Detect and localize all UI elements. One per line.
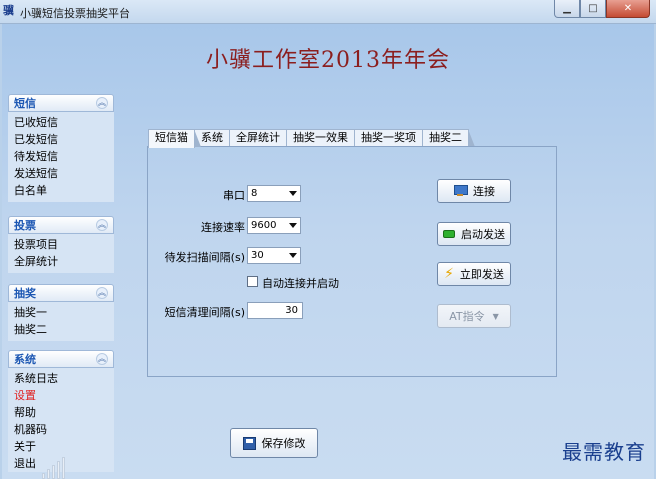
- autoconnect-label: 自动连接并启动: [262, 277, 339, 290]
- dropdown-arrow-icon: [289, 253, 297, 258]
- connect-button[interactable]: 连接: [437, 179, 511, 203]
- collapse-icon[interactable]: ︽: [96, 353, 108, 365]
- scan-interval-label: 待发扫描间隔(s): [164, 251, 245, 264]
- port-value: 8: [251, 188, 258, 199]
- settings-tabs: 短信猫 系统 全屏统计 抽奖一效果 抽奖一奖项 抽奖二: [148, 129, 475, 148]
- scan-interval-value: 30: [251, 250, 264, 261]
- watermark: 最需教育: [562, 440, 646, 464]
- group-body: 投票项目 全屏统计: [8, 234, 114, 273]
- group-title: 投票: [14, 219, 36, 232]
- collapse-icon[interactable]: ︽: [96, 97, 108, 109]
- tab-fullscreen-stats[interactable]: 全屏统计: [229, 129, 293, 147]
- baud-select[interactable]: 9600: [247, 217, 301, 234]
- send-now-button[interactable]: ⚡ 立即发送: [437, 262, 511, 286]
- sidebar-group-vote: 投票 ︽ 投票项目 全屏统计: [8, 216, 114, 273]
- scan-interval-select[interactable]: 30: [247, 247, 301, 264]
- sidebar-group-sms: 短信 ︽ 已收短信 已发短信 待发短信 发送短信 白名单: [8, 94, 114, 202]
- dropdown-arrow-icon: ▼: [492, 311, 499, 321]
- tab-lottery-one-effect[interactable]: 抽奖一效果: [286, 129, 361, 147]
- sidebar-item-whitelist[interactable]: 白名单: [14, 182, 114, 199]
- sidebar-item-lottery-one[interactable]: 抽奖一: [14, 304, 114, 321]
- title-bar: 骥 小骥短信投票抽奖平台 ▁ □ ✕: [0, 0, 656, 24]
- monitor-icon: [453, 185, 468, 197]
- sidebar-item-send[interactable]: 发送短信: [14, 165, 114, 182]
- group-header[interactable]: 抽奖 ︽: [8, 284, 114, 302]
- group-title: 系统: [14, 353, 36, 366]
- group-header[interactable]: 投票 ︽: [8, 216, 114, 234]
- group-title: 抽奖: [14, 287, 36, 300]
- client-area: 小骥工作室2013年年会 短信 ︽ 已收短信 已发短信 待发短信 发送短信 白名…: [2, 24, 654, 479]
- start-send-button[interactable]: 启动发送: [437, 222, 511, 246]
- dropdown-arrow-icon: [289, 191, 297, 196]
- floppy-disk-icon: [242, 436, 256, 450]
- collapse-icon[interactable]: ︽: [96, 219, 108, 231]
- port-select[interactable]: 8: [247, 185, 301, 202]
- tab-lottery-two[interactable]: 抽奖二: [422, 129, 475, 147]
- group-title: 短信: [14, 97, 36, 110]
- app-icon: 骥: [3, 4, 14, 17]
- sidebar-item-pending[interactable]: 待发短信: [14, 148, 114, 165]
- connect-label: 连接: [473, 185, 495, 198]
- minimize-button[interactable]: ▁: [554, 0, 580, 18]
- close-button[interactable]: ✕: [606, 0, 650, 18]
- sidebar-item-vote-project[interactable]: 投票项目: [14, 236, 114, 253]
- save-button[interactable]: 保存修改: [230, 428, 318, 458]
- at-command-button[interactable]: AT指令 ▼: [437, 304, 511, 328]
- lightning-icon: ⚡: [444, 266, 454, 282]
- signal-bars-icon: [42, 457, 67, 479]
- sidebar-item-received[interactable]: 已收短信: [14, 114, 114, 131]
- group-header[interactable]: 系统 ︽: [8, 350, 114, 368]
- start-icon: [443, 230, 455, 238]
- sidebar-item-system-log[interactable]: 系统日志: [14, 370, 114, 387]
- baud-label: 连接速率: [201, 221, 245, 234]
- cleanup-interval-label: 短信清理间隔(s): [164, 306, 245, 319]
- at-command-label: AT指令: [449, 310, 485, 323]
- tab-lottery-one-prizes[interactable]: 抽奖一奖项: [354, 129, 429, 147]
- cleanup-interval-input[interactable]: 30: [247, 302, 303, 319]
- sidebar-group-system: 系统 ︽ 系统日志 设置 帮助 机器码 关于 退出: [8, 350, 114, 472]
- sidebar-item-lottery-two[interactable]: 抽奖二: [14, 321, 114, 338]
- baud-value: 9600: [251, 220, 277, 231]
- tab-sms-modem[interactable]: 短信猫: [148, 129, 201, 148]
- group-body: 已收短信 已发短信 待发短信 发送短信 白名单: [8, 112, 114, 202]
- sidebar-item-help[interactable]: 帮助: [14, 404, 114, 421]
- window-title: 小骥短信投票抽奖平台: [20, 7, 130, 20]
- send-now-label: 立即发送: [459, 268, 504, 281]
- start-send-label: 启动发送: [461, 228, 505, 241]
- sidebar-group-lottery: 抽奖 ︽ 抽奖一 抽奖二: [8, 284, 114, 341]
- autoconnect-checkbox[interactable]: [247, 276, 258, 287]
- sidebar-item-settings[interactable]: 设置: [14, 387, 114, 404]
- maximize-button[interactable]: □: [580, 0, 606, 18]
- sidebar-item-machine-code[interactable]: 机器码: [14, 421, 114, 438]
- group-body: 抽奖一 抽奖二: [8, 302, 114, 341]
- collapse-icon[interactable]: ︽: [96, 287, 108, 299]
- sidebar-item-sent[interactable]: 已发短信: [14, 131, 114, 148]
- group-header[interactable]: 短信 ︽: [8, 94, 114, 112]
- port-label: 串口: [223, 189, 245, 202]
- tab-panel: 串口 8 连接速率 9600 待发扫描间隔(s) 30 自动连接并启动 短信清理…: [147, 146, 557, 377]
- sidebar-item-about[interactable]: 关于: [14, 438, 114, 455]
- save-label: 保存修改: [261, 437, 306, 450]
- dropdown-arrow-icon: [289, 223, 297, 228]
- sidebar-item-fullscreen-stats[interactable]: 全屏统计: [14, 253, 114, 270]
- window-controls: ▁ □ ✕: [554, 0, 650, 19]
- banner-title: 小骥工作室2013年年会: [206, 48, 450, 73]
